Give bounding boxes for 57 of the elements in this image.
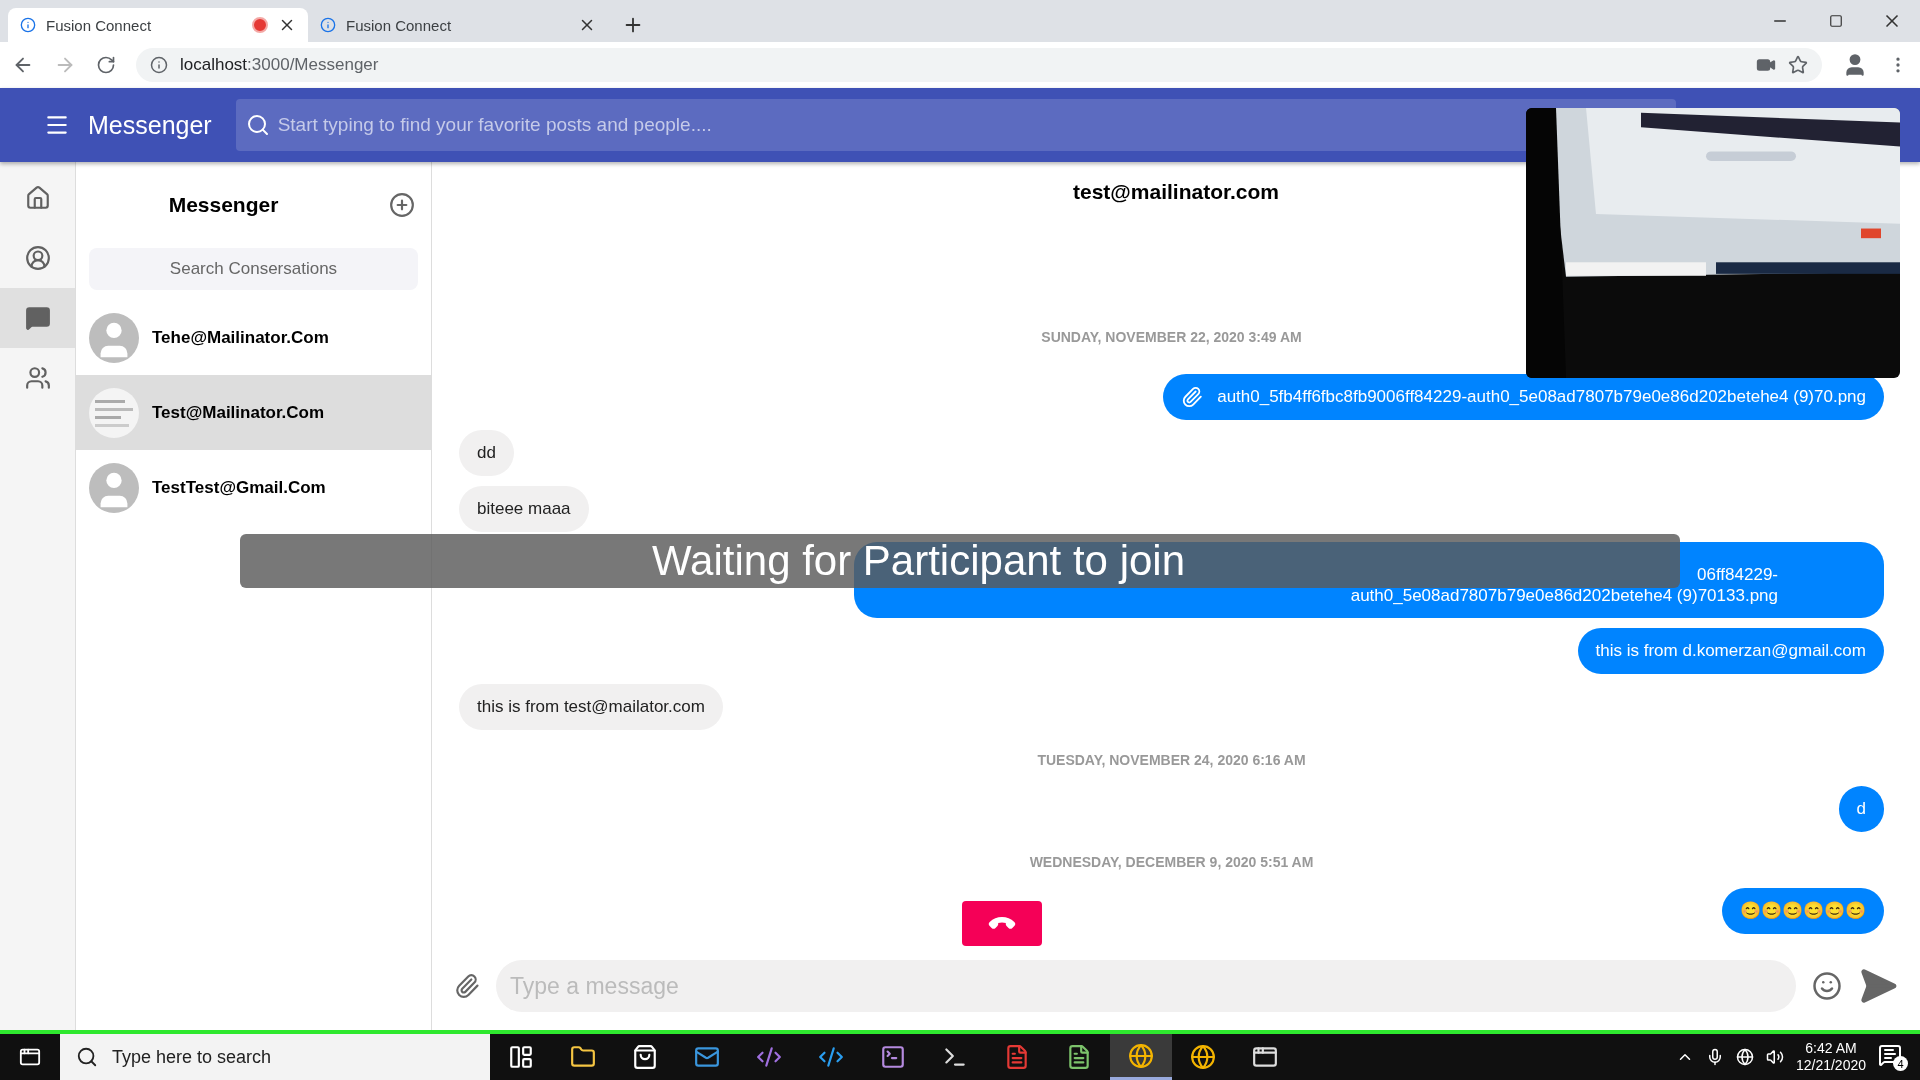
browser-tab[interactable]: Fusion Connect xyxy=(308,8,608,42)
add-icon[interactable] xyxy=(389,192,415,218)
date-separator: TUESDAY, NOVEMBER 24, 2020 6:16 AM xyxy=(1036,752,1307,768)
app-title: Messenger xyxy=(88,110,212,140)
info-icon xyxy=(150,56,168,74)
code-icon xyxy=(818,1044,844,1070)
browser-tab[interactable]: Fusion Connect xyxy=(8,8,308,42)
home-icon xyxy=(24,185,51,211)
message-bubble: this is from test@mailator.com xyxy=(459,684,723,730)
browser-icon xyxy=(1190,1044,1216,1070)
taskbar-app[interactable] xyxy=(1110,1034,1172,1080)
contact-name: Test@Mailinator.Com xyxy=(152,402,325,423)
document-icon xyxy=(1004,1044,1030,1070)
date-separator: SUNDAY, NOVEMBER 22, 2020 3:49 AM xyxy=(1040,329,1303,345)
document-icon xyxy=(1066,1044,1092,1070)
terminal-icon xyxy=(880,1044,906,1070)
clock[interactable]: 6:42 AM 12/21/2020 xyxy=(1795,1040,1866,1074)
panel-title: Messenger xyxy=(168,193,279,217)
emoji-icon[interactable] xyxy=(1812,971,1842,1001)
send-icon[interactable] xyxy=(1858,966,1898,1006)
info-icon xyxy=(320,17,336,33)
search-field[interactable]: Type here to search xyxy=(60,1034,490,1080)
avatar-icon xyxy=(89,312,139,363)
contact-name: Tehe@Mailinator.Com xyxy=(152,327,329,348)
nav-item[interactable] xyxy=(0,288,75,348)
hang-up-button[interactable] xyxy=(962,901,1042,946)
window-icon xyxy=(1252,1044,1278,1070)
task-view-icon xyxy=(508,1044,534,1070)
volume-icon[interactable] xyxy=(1765,1048,1784,1066)
search-icon xyxy=(76,1046,98,1068)
message-bubble: biteee maaa xyxy=(459,486,589,532)
profile-icon xyxy=(24,245,51,271)
chat-title: test@mailinator.com xyxy=(1071,179,1280,205)
search-field[interactable]: Search Consersations xyxy=(89,248,418,290)
info-icon xyxy=(20,17,36,33)
message-bubble: dd xyxy=(459,430,514,476)
code-icon xyxy=(756,1044,782,1070)
contact-name: TestTest@Gmail.Com xyxy=(152,477,326,498)
message-bubble: this is from d.komerzan@gmail.com xyxy=(1577,628,1884,674)
message-bubble: auth0_5fb4ff6fbc8fb9006ff84229-auth0_5e08ad7807b79e0e86d202betehe4 (9)70.png xyxy=(1163,374,1884,420)
shopping-bag-icon xyxy=(632,1044,658,1070)
message-bubble: d xyxy=(1838,786,1884,832)
avatar-icon xyxy=(89,462,139,513)
people-icon xyxy=(24,365,51,391)
bookmark-icon[interactable] xyxy=(1788,55,1808,75)
search-icon xyxy=(245,113,270,137)
chat-icon xyxy=(24,305,51,331)
network-icon[interactable] xyxy=(1735,1048,1754,1066)
conversation-item[interactable]: Test@Mailinator.Com xyxy=(76,375,431,450)
mail-icon xyxy=(694,1044,720,1070)
reload-icon[interactable] xyxy=(96,55,116,75)
attachment-icon[interactable] xyxy=(454,973,480,999)
date-separator: WEDNESDAY, DECEMBER 9, 2020 5:51 AM xyxy=(1028,854,1315,870)
browser-icon xyxy=(1128,1042,1154,1069)
search-field[interactable]: Start typing to find your favorite posts and people.... xyxy=(235,99,1676,151)
folder-icon xyxy=(570,1044,596,1070)
message-bubble: 😊😊😊😊😊😊 xyxy=(1722,888,1884,934)
